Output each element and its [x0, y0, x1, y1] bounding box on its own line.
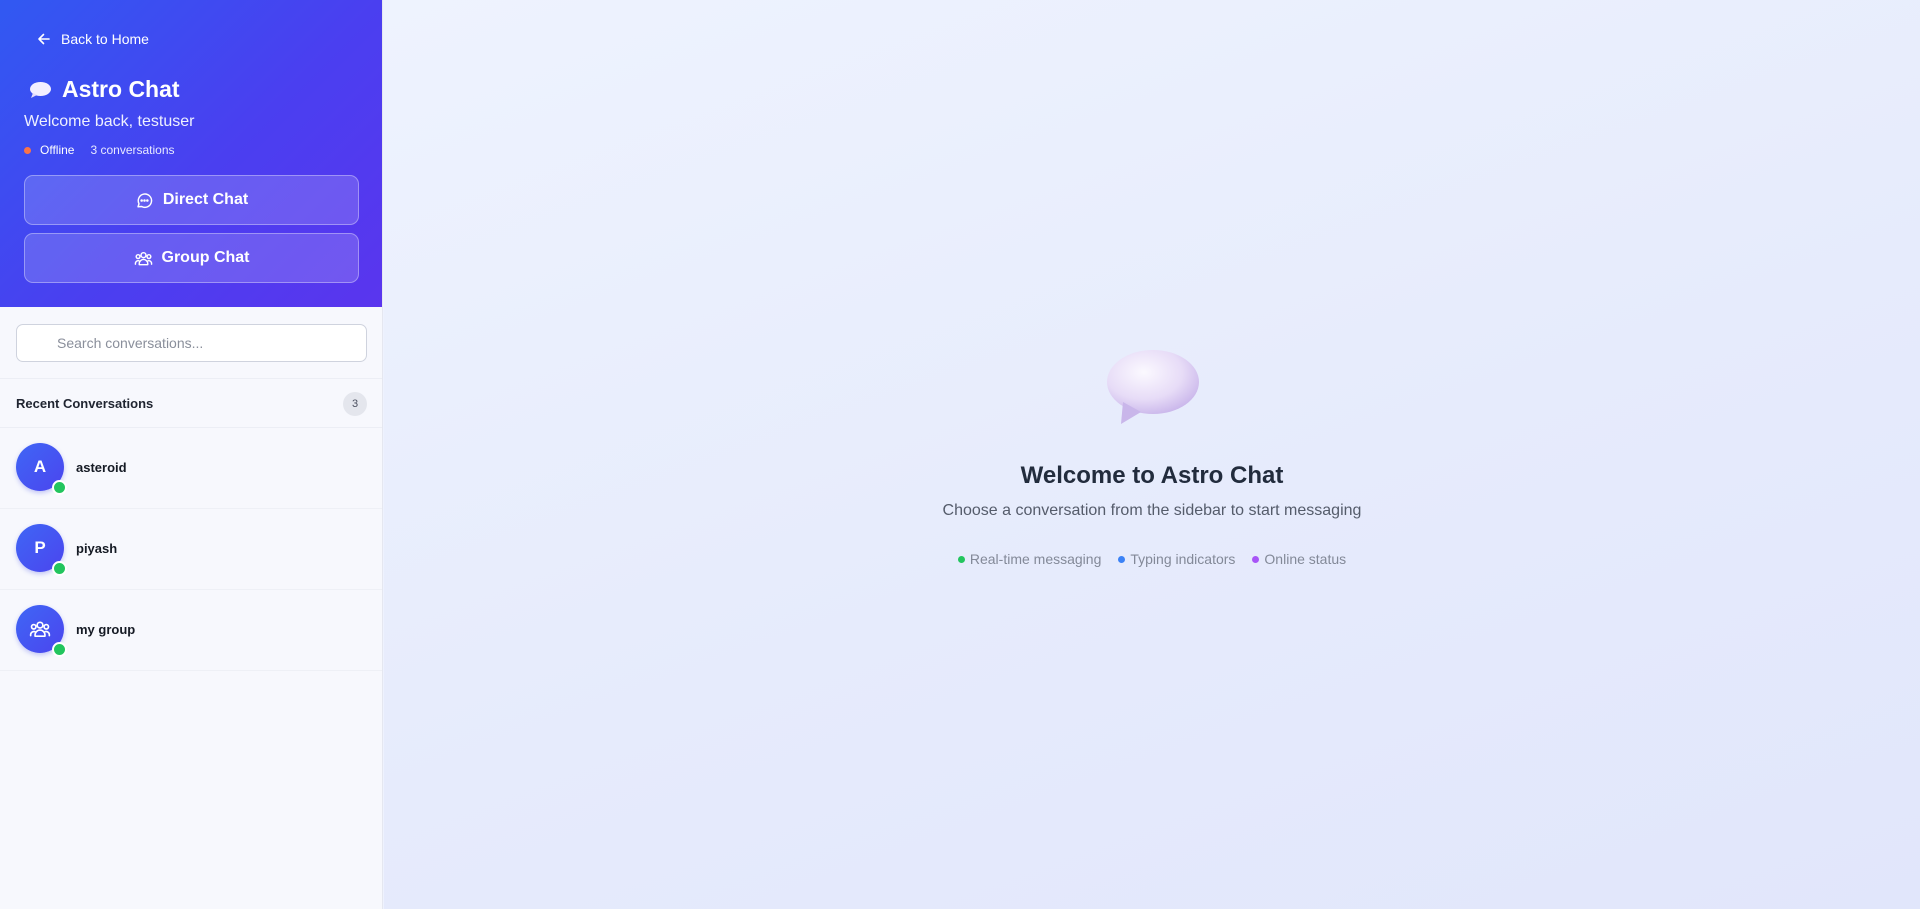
feature-list: Real-time messaging Typing indicators On…	[384, 551, 1920, 567]
feature-label: Real-time messaging	[969, 551, 1102, 567]
conversation-name: asteroid	[76, 460, 127, 475]
group-chat-label: Group Chat	[161, 249, 250, 266]
conversation-name: piyash	[76, 541, 118, 556]
welcome-title: Welcome to Astro Chat	[1020, 462, 1284, 489]
conversation-item-asteroid[interactable]: A asteroid	[0, 428, 382, 509]
speech-bubble-icon	[30, 81, 51, 98]
feature-item: Real-time messaging	[957, 551, 1102, 567]
users-icon	[134, 251, 152, 265]
online-status-dot	[52, 480, 67, 495]
recent-conversations-title: Recent Conversations	[16, 396, 154, 411]
recent-conversations-header: Recent Conversations 3	[0, 378, 382, 428]
welcome-subtitle: Choose a conversation from the sidebar t…	[942, 502, 1362, 519]
search-container	[16, 324, 367, 362]
back-to-home-link[interactable]: Back to Home	[36, 31, 149, 47]
app-title-text: Astro Chat	[62, 76, 180, 102]
conversation-count-badge: 3	[343, 392, 367, 416]
conversation-count: 3 conversations	[90, 143, 175, 157]
offline-status-dot	[24, 146, 31, 154]
online-status-dot	[52, 642, 67, 657]
main-panel: Welcome to Astro Chat Choose a conversat…	[384, 0, 1920, 909]
feature-dot-purple	[1252, 555, 1260, 563]
feature-item: Typing indicators	[1118, 551, 1235, 567]
conversation-name: my group	[76, 622, 136, 637]
online-status-dot	[52, 561, 67, 576]
sidebar: Back to Home Astro Chat Welcome back, te…	[0, 0, 383, 909]
message-circle-icon	[137, 192, 153, 208]
feature-dot-blue	[1118, 555, 1126, 563]
back-to-home-label: Back to Home	[61, 31, 149, 47]
conversation-item-my-group[interactable]: my group	[0, 590, 382, 671]
feature-item: Online status	[1252, 551, 1346, 567]
search-input[interactable]	[16, 324, 367, 362]
group-icon	[29, 621, 51, 637]
status-row: Offline 3 conversations	[24, 143, 175, 157]
conversation-item-piyash[interactable]: P piyash	[0, 509, 382, 590]
sidebar-header: Back to Home Astro Chat Welcome back, te…	[0, 0, 382, 307]
feature-dot-green	[957, 555, 965, 563]
welcome-text: Welcome back, testuser	[24, 113, 195, 130]
direct-chat-label: Direct Chat	[162, 191, 249, 208]
feature-label: Online status	[1264, 551, 1347, 567]
group-chat-button[interactable]: Group Chat	[24, 233, 359, 283]
arrow-left-icon	[38, 33, 50, 45]
status-label: Offline	[40, 143, 75, 157]
feature-label: Typing indicators	[1130, 551, 1236, 567]
direct-chat-button[interactable]: Direct Chat	[24, 175, 359, 225]
speech-bubble-icon	[1107, 350, 1199, 424]
app-title: Astro Chat	[28, 76, 180, 103]
